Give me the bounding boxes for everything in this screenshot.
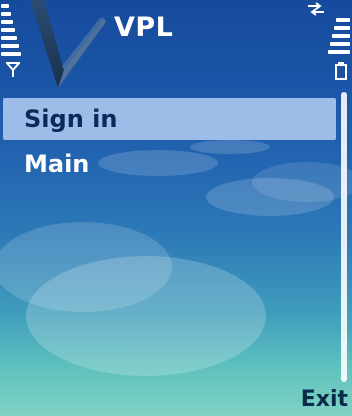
app-title: VPL	[114, 12, 174, 43]
data-transfer-icon	[308, 2, 324, 16]
menu-item-label: Main	[24, 150, 90, 178]
signal-bars-icon	[0, 2, 22, 60]
menu-item-label: Sign in	[24, 105, 118, 133]
menu-item-main[interactable]: Main	[0, 142, 336, 186]
status-header: VPL	[0, 0, 352, 92]
bg-ellipse	[26, 256, 266, 376]
phone-screen: VPL Sign in Main Exit	[0, 0, 352, 416]
battery-icon	[335, 62, 347, 80]
scrollbar-thumb[interactable]	[341, 92, 347, 382]
scrollbar[interactable]	[341, 92, 347, 382]
menu-item-sign-in[interactable]: Sign in	[3, 98, 336, 140]
battery-bars-icon	[328, 18, 352, 62]
app-logo-icon	[30, 0, 106, 88]
antenna-icon	[6, 62, 20, 77]
exit-softkey[interactable]: Exit	[301, 387, 348, 412]
